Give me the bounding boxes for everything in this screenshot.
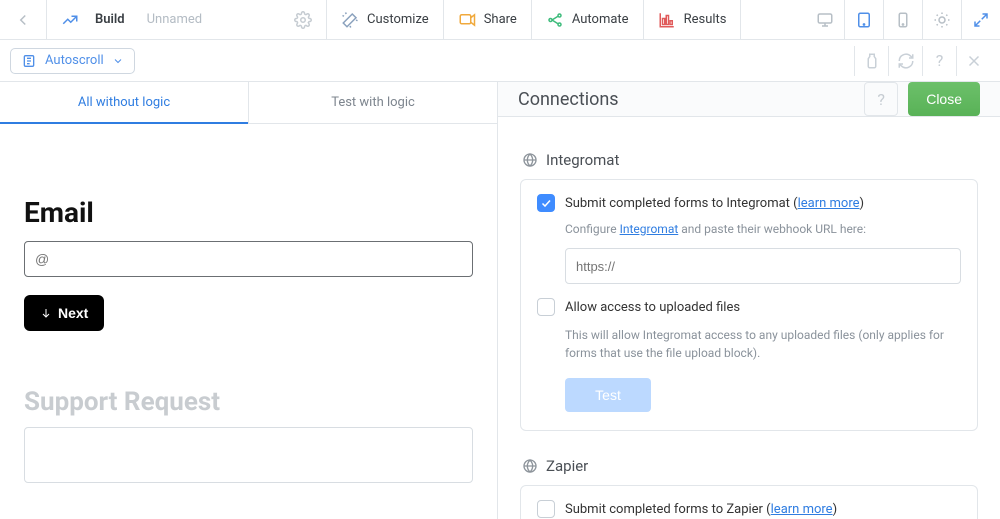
integromat-submit-label: Submit completed forms to Integromat (le…	[565, 196, 864, 211]
support-request-block[interactable]	[24, 427, 473, 483]
zapier-learn-more-link[interactable]: learn more	[771, 502, 833, 517]
bottle-icon	[863, 52, 881, 70]
integromat-section-title: Integromat	[522, 151, 976, 169]
integromat-allow-files-hint: This will allow Integromat access to any…	[565, 326, 961, 362]
question-icon: ?	[936, 51, 944, 70]
wand-icon	[341, 11, 359, 29]
next-button[interactable]: Next	[24, 295, 104, 331]
zapier-submit-checkbox[interactable]	[537, 500, 555, 518]
integromat-configure-link[interactable]: Integromat	[620, 222, 679, 236]
mobile-icon	[894, 11, 912, 29]
integromat-configure-hint: Configure Integromat and paste their web…	[565, 220, 961, 238]
chevron-left-icon	[14, 11, 32, 29]
share-tab[interactable]: Share	[444, 0, 532, 39]
check-icon	[540, 197, 552, 209]
form-name[interactable]: Unnamed	[147, 12, 203, 27]
toolbar-trash-button[interactable]	[854, 46, 888, 76]
device-mobile-button[interactable]	[884, 0, 923, 39]
device-desktop-button[interactable]	[806, 0, 845, 39]
tab-test-with-logic[interactable]: Test with logic	[249, 82, 497, 123]
results-icon	[658, 11, 676, 29]
tablet-icon	[855, 11, 873, 29]
form-settings-button[interactable]	[294, 11, 312, 29]
zapier-submit-label: Submit completed forms to Zapier (learn …	[565, 502, 837, 517]
email-heading: Email	[24, 196, 473, 229]
globe-icon	[522, 458, 538, 474]
share-icon	[458, 11, 476, 29]
fullscreen-button[interactable]	[962, 0, 1000, 39]
autoscroll-label: Autoscroll	[45, 53, 104, 68]
integromat-submit-checkbox[interactable]	[537, 194, 555, 212]
results-tab[interactable]: Results	[644, 0, 742, 39]
automate-icon	[546, 11, 564, 29]
tab-all-without-logic[interactable]: All without logic	[0, 82, 249, 123]
email-input[interactable]	[24, 241, 473, 277]
back-button[interactable]	[0, 0, 47, 39]
zapier-card: Submit completed forms to Zapier (learn …	[520, 485, 978, 519]
build-tab[interactable]: Build	[95, 12, 125, 27]
close-button[interactable]: Close	[908, 82, 980, 116]
autoscroll-dropdown[interactable]: Autoscroll	[10, 48, 135, 74]
gear-icon	[294, 11, 312, 29]
integromat-webhook-input[interactable]	[565, 248, 961, 284]
desktop-icon	[816, 11, 834, 29]
device-tablet-button[interactable]	[845, 0, 884, 39]
expand-icon	[972, 11, 990, 29]
sun-icon	[933, 11, 951, 29]
refresh-icon	[897, 52, 915, 70]
build-icon	[61, 11, 79, 29]
integromat-allow-files-checkbox[interactable]	[537, 298, 555, 316]
automate-tab[interactable]: Automate	[532, 0, 644, 39]
support-request-heading: Support Request	[24, 387, 473, 417]
panel-title: Connections	[518, 89, 619, 110]
arrow-down-icon	[40, 307, 52, 319]
theme-button[interactable]	[923, 0, 962, 39]
integromat-test-button[interactable]: Test	[565, 378, 651, 412]
chevron-down-icon	[112, 55, 124, 67]
toolbar-help-button[interactable]: ?	[922, 46, 956, 76]
question-icon: ?	[877, 90, 885, 109]
globe-icon	[522, 152, 538, 168]
integromat-card: Submit completed forms to Integromat (le…	[520, 179, 978, 431]
toolbar-refresh-button[interactable]	[888, 46, 922, 76]
toolbar-close-button[interactable]	[956, 46, 990, 76]
close-icon	[965, 52, 983, 70]
autoscroll-icon	[21, 53, 37, 69]
integromat-learn-more-link[interactable]: learn more	[798, 196, 860, 211]
zapier-section-title: Zapier	[522, 457, 976, 475]
customize-tab[interactable]: Customize	[327, 0, 444, 39]
integromat-allow-files-label: Allow access to uploaded files	[565, 300, 740, 315]
panel-help-button[interactable]: ?	[864, 82, 898, 116]
